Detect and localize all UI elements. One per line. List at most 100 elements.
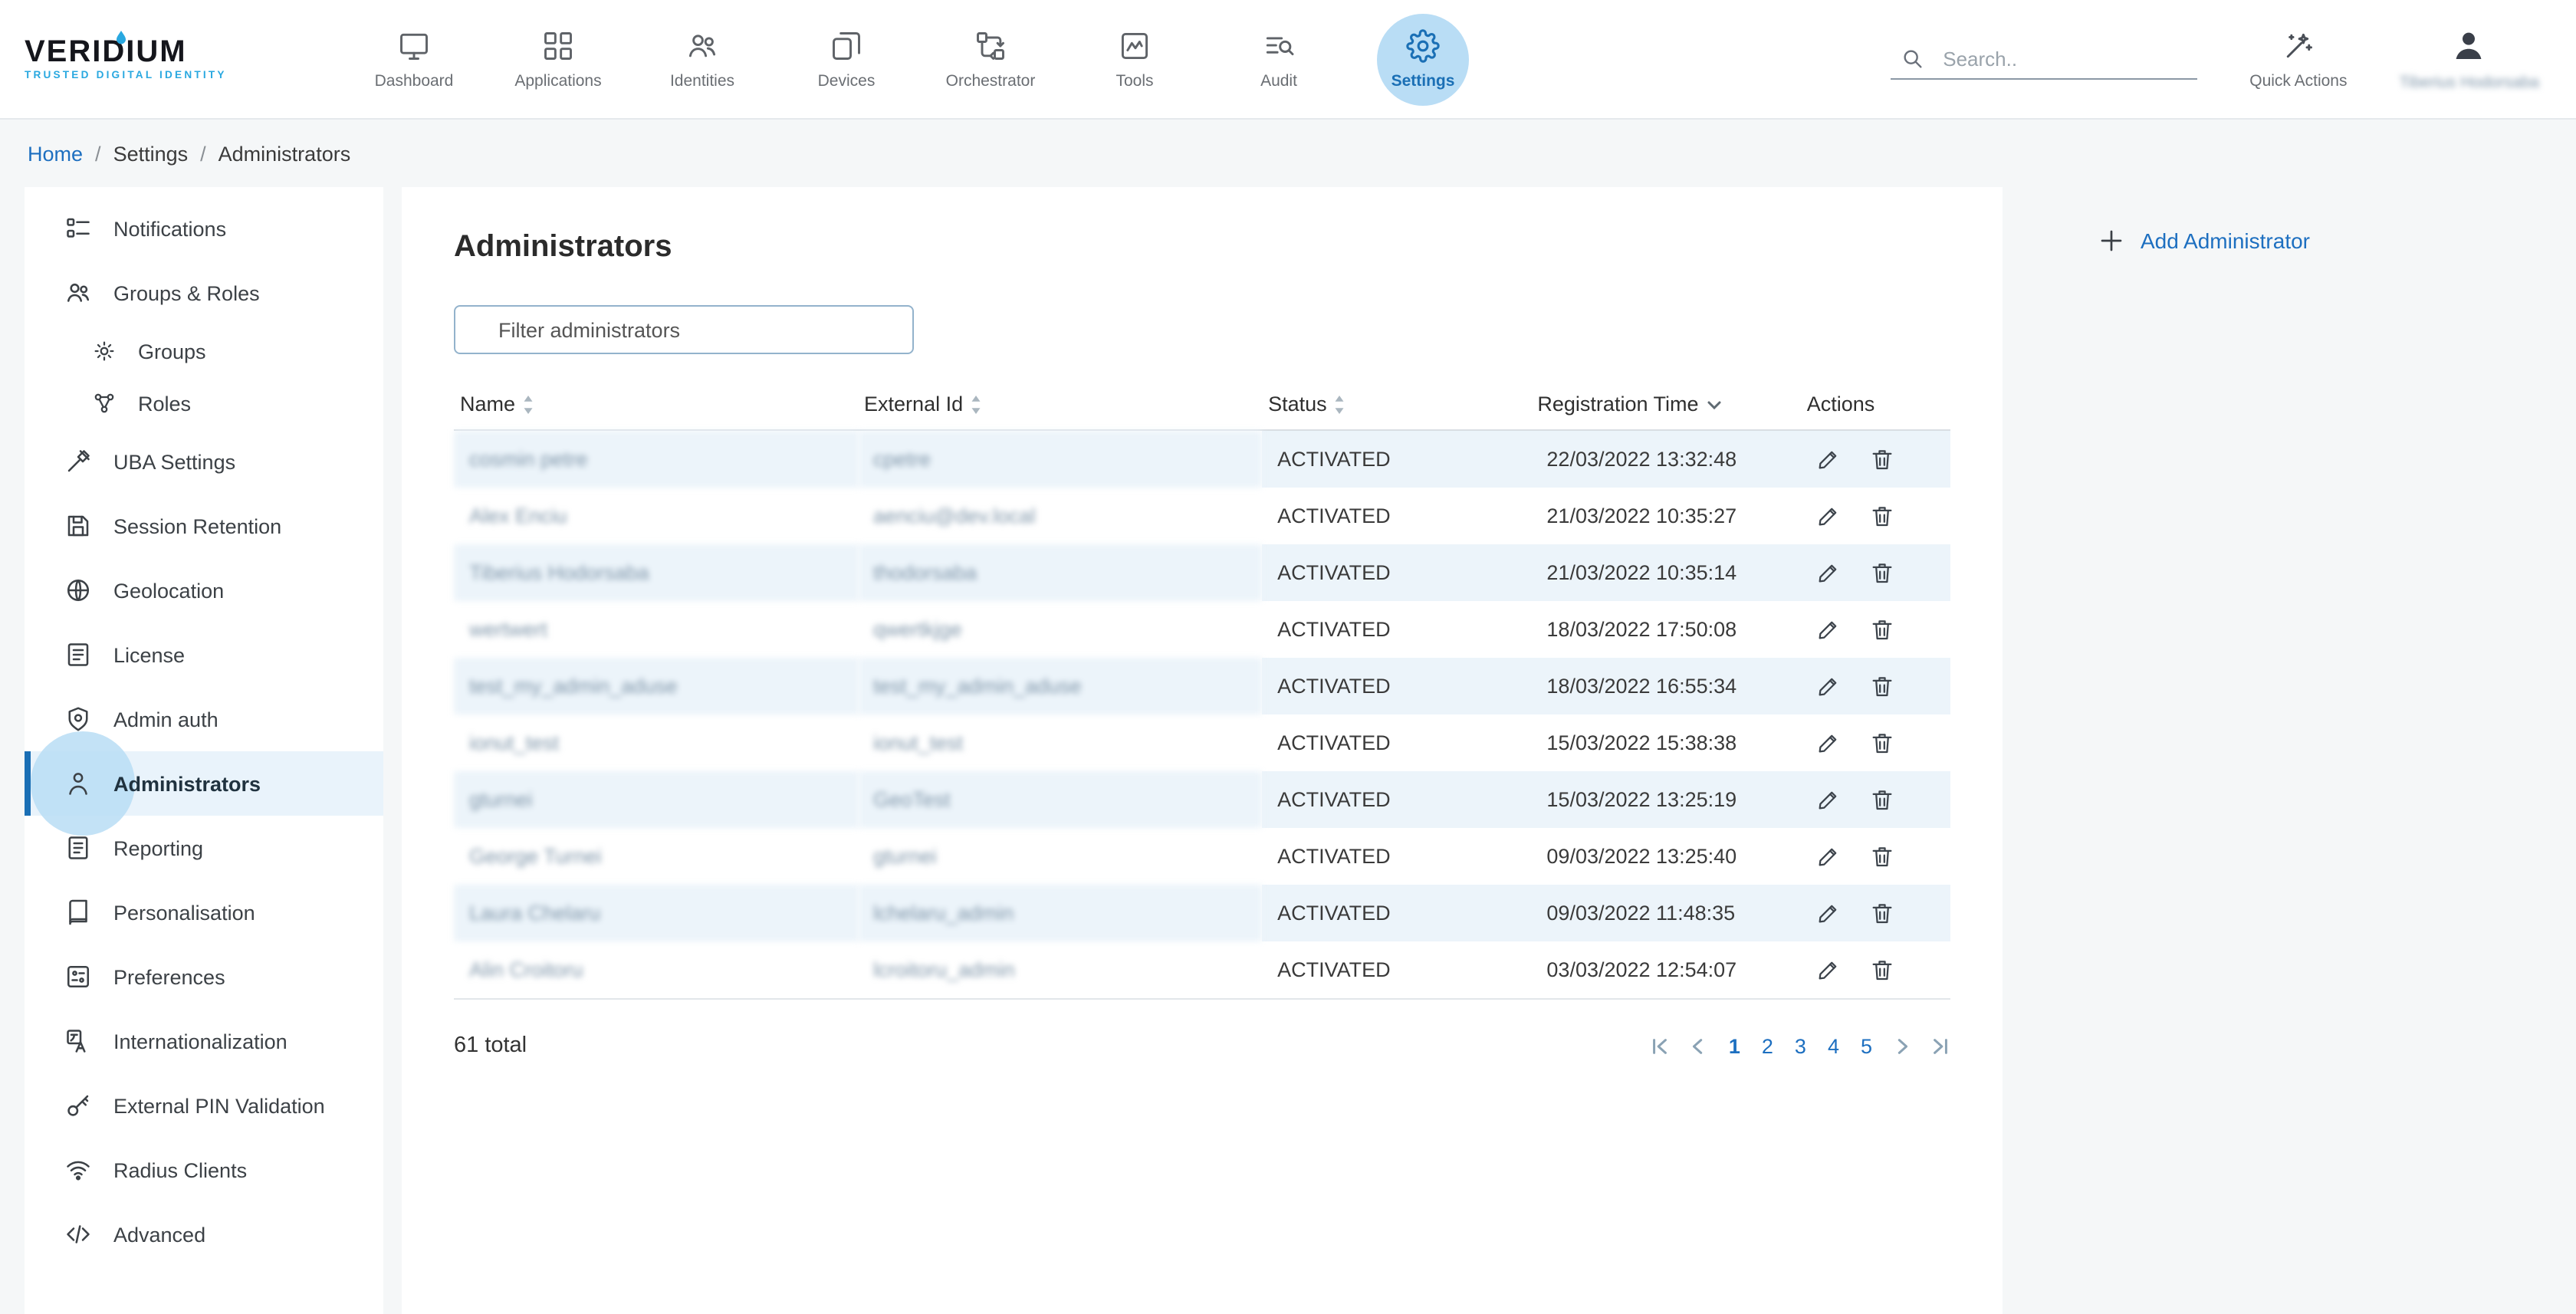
sidebar-item-notifications[interactable]: Notifications: [25, 196, 383, 261]
sidebar-item-label: Preferences: [113, 965, 225, 988]
table-row[interactable]: George Turnei gturnei ACTIVATED 09/03/20…: [454, 828, 1950, 885]
sidebar-item-reporting[interactable]: Reporting: [25, 816, 383, 880]
cell-registration-time: 18/03/2022 17:50:08: [1531, 601, 1800, 658]
nav-dashboard[interactable]: Dashboard: [359, 10, 469, 108]
header-registration-time[interactable]: Registration Time: [1531, 379, 1800, 430]
sidebar-item-license[interactable]: License: [25, 623, 383, 687]
table-row[interactable]: wertwert qwertkjge ACTIVATED 18/03/2022 …: [454, 601, 1950, 658]
sidebar-item-advanced[interactable]: Advanced: [25, 1202, 383, 1266]
page-number[interactable]: 2: [1760, 1034, 1775, 1057]
edit-icon[interactable]: [1816, 503, 1842, 529]
sidebar-item-uba-settings[interactable]: UBA Settings: [25, 429, 383, 494]
sidebar-item-administrators[interactable]: Administrators: [25, 751, 383, 816]
sidebar-item-label: Session Retention: [113, 514, 281, 537]
sidebar-item-session-retention[interactable]: Session Retention: [25, 494, 383, 558]
user-name: Tiberius Hodorsaba: [2400, 73, 2540, 91]
sidebar-item-personalisation[interactable]: Personalisation: [25, 880, 383, 944]
sidebar-item-groups[interactable]: Groups: [25, 325, 383, 377]
cell-name: test_my_admin_aduse: [454, 658, 858, 714]
page-number[interactable]: 1: [1727, 1034, 1742, 1057]
page-number[interactable]: 5: [1859, 1034, 1874, 1057]
add-administrator-button[interactable]: Add Administrator: [2098, 227, 2576, 255]
breadcrumb-settings[interactable]: Settings: [113, 142, 189, 165]
quick-actions-button[interactable]: Quick Actions: [2249, 28, 2347, 90]
cell-registration-time: 15/03/2022 15:38:38: [1531, 714, 1800, 771]
preferences-icon: [64, 963, 92, 990]
sidebar-item-roles[interactable]: Roles: [25, 377, 383, 429]
nav-devices[interactable]: Devices: [791, 10, 902, 108]
nav-identities[interactable]: Identities: [647, 10, 757, 108]
delete-icon[interactable]: [1870, 503, 1896, 529]
sidebar-item-internationalization[interactable]: Internationalization: [25, 1009, 383, 1073]
table-row[interactable]: Tiberius Hodorsaba thodorsaba ACTIVATED …: [454, 544, 1950, 601]
personalisation-icon: [64, 898, 92, 926]
table-row[interactable]: Alex Enciu aenciu@dev.local ACTIVATED 21…: [454, 488, 1950, 544]
top-navigation: Dashboard Applications Identities Device…: [359, 10, 1478, 108]
header-external-id[interactable]: External Id: [858, 379, 1262, 430]
delete-icon[interactable]: [1870, 730, 1896, 756]
sort-desc-icon[interactable]: [1707, 400, 1722, 411]
nav-label: Identities: [670, 71, 734, 90]
table-row[interactable]: ionut_test ionut_test ACTIVATED 15/03/20…: [454, 714, 1950, 771]
edit-icon[interactable]: [1816, 787, 1842, 813]
nav-applications[interactable]: Applications: [503, 10, 613, 108]
table-row[interactable]: test_my_admin_aduse test_my_admin_aduse …: [454, 658, 1950, 714]
edit-icon[interactable]: [1816, 446, 1842, 472]
table-row[interactable]: Laura Chelaru lchelaru_admin ACTIVATED 0…: [454, 885, 1950, 941]
delete-icon[interactable]: [1870, 900, 1896, 926]
sidebar-item-groups-roles[interactable]: Groups & Roles: [25, 261, 383, 325]
nav-orchestrator[interactable]: Orchestrator: [935, 10, 1046, 108]
cell-external-id: aenciu@dev.local: [858, 488, 1262, 544]
delete-icon[interactable]: [1870, 957, 1896, 983]
edit-icon[interactable]: [1816, 560, 1842, 586]
sort-icon[interactable]: [1335, 396, 1346, 415]
edit-icon[interactable]: [1816, 900, 1842, 926]
cell-name: ionut_test: [454, 714, 858, 771]
breadcrumb-home[interactable]: Home: [28, 142, 83, 165]
filter-administrators-input[interactable]: [454, 305, 914, 354]
delete-icon[interactable]: [1870, 787, 1896, 813]
header-name[interactable]: Name: [454, 379, 858, 430]
sort-icon[interactable]: [971, 396, 981, 415]
devices-icon: [830, 28, 863, 62]
sidebar-item-external-pin-validation[interactable]: External PIN Validation: [25, 1073, 383, 1138]
edit-icon[interactable]: [1816, 957, 1842, 983]
search-input[interactable]: [1940, 45, 2170, 71]
top-bar: VERIDIUM TRUSTED DIGITAL IDENTITY Dashbo…: [0, 0, 2576, 120]
nav-tools[interactable]: Tools: [1079, 10, 1190, 108]
delete-icon[interactable]: [1870, 616, 1896, 642]
user-menu[interactable]: Tiberius Hodorsaba: [2400, 27, 2540, 91]
edit-icon[interactable]: [1816, 730, 1842, 756]
delete-icon[interactable]: [1870, 843, 1896, 869]
page-number[interactable]: 4: [1826, 1034, 1841, 1057]
last-page-button[interactable]: [1930, 1036, 1950, 1056]
sidebar-item-preferences[interactable]: Preferences: [25, 944, 383, 1009]
delete-icon[interactable]: [1870, 673, 1896, 699]
cell-status: ACTIVATED: [1262, 544, 1531, 601]
sort-icon[interactable]: [523, 396, 534, 415]
sidebar-item-label: Advanced: [113, 1223, 205, 1246]
nav-settings[interactable]: Settings: [1368, 10, 1478, 108]
sidebar-item-geolocation[interactable]: Geolocation: [25, 558, 383, 623]
edit-icon[interactable]: [1816, 616, 1842, 642]
table-row[interactable]: gturnei GeoTest ACTIVATED 15/03/2022 13:…: [454, 771, 1950, 828]
edit-icon[interactable]: [1816, 843, 1842, 869]
previous-page-button[interactable]: [1689, 1036, 1709, 1056]
brand-drop-icon: [115, 31, 127, 44]
next-page-button[interactable]: [1892, 1036, 1912, 1056]
delete-icon[interactable]: [1870, 446, 1896, 472]
sidebar-item-radius-clients[interactable]: Radius Clients: [25, 1138, 383, 1202]
cell-status: ACTIVATED: [1262, 488, 1531, 544]
cell-name: Alin Croitoru: [454, 941, 858, 999]
delete-icon[interactable]: [1870, 560, 1896, 586]
page-number[interactable]: 3: [1793, 1034, 1808, 1057]
wand-icon: [2282, 28, 2315, 62]
nav-audit[interactable]: Audit: [1224, 10, 1334, 108]
table-row[interactable]: cosmin petre cpetre ACTIVATED 22/03/2022…: [454, 430, 1950, 488]
edit-icon[interactable]: [1816, 673, 1842, 699]
header-status[interactable]: Status: [1262, 379, 1531, 430]
table-row[interactable]: Alin Croitoru lcroitoru_admin ACTIVATED …: [454, 941, 1950, 999]
first-page-button[interactable]: [1651, 1036, 1671, 1056]
cell-external-id: lchelaru_admin: [858, 885, 1262, 941]
brand-logo[interactable]: VERIDIUM TRUSTED DIGITAL IDENTITY: [25, 37, 316, 81]
